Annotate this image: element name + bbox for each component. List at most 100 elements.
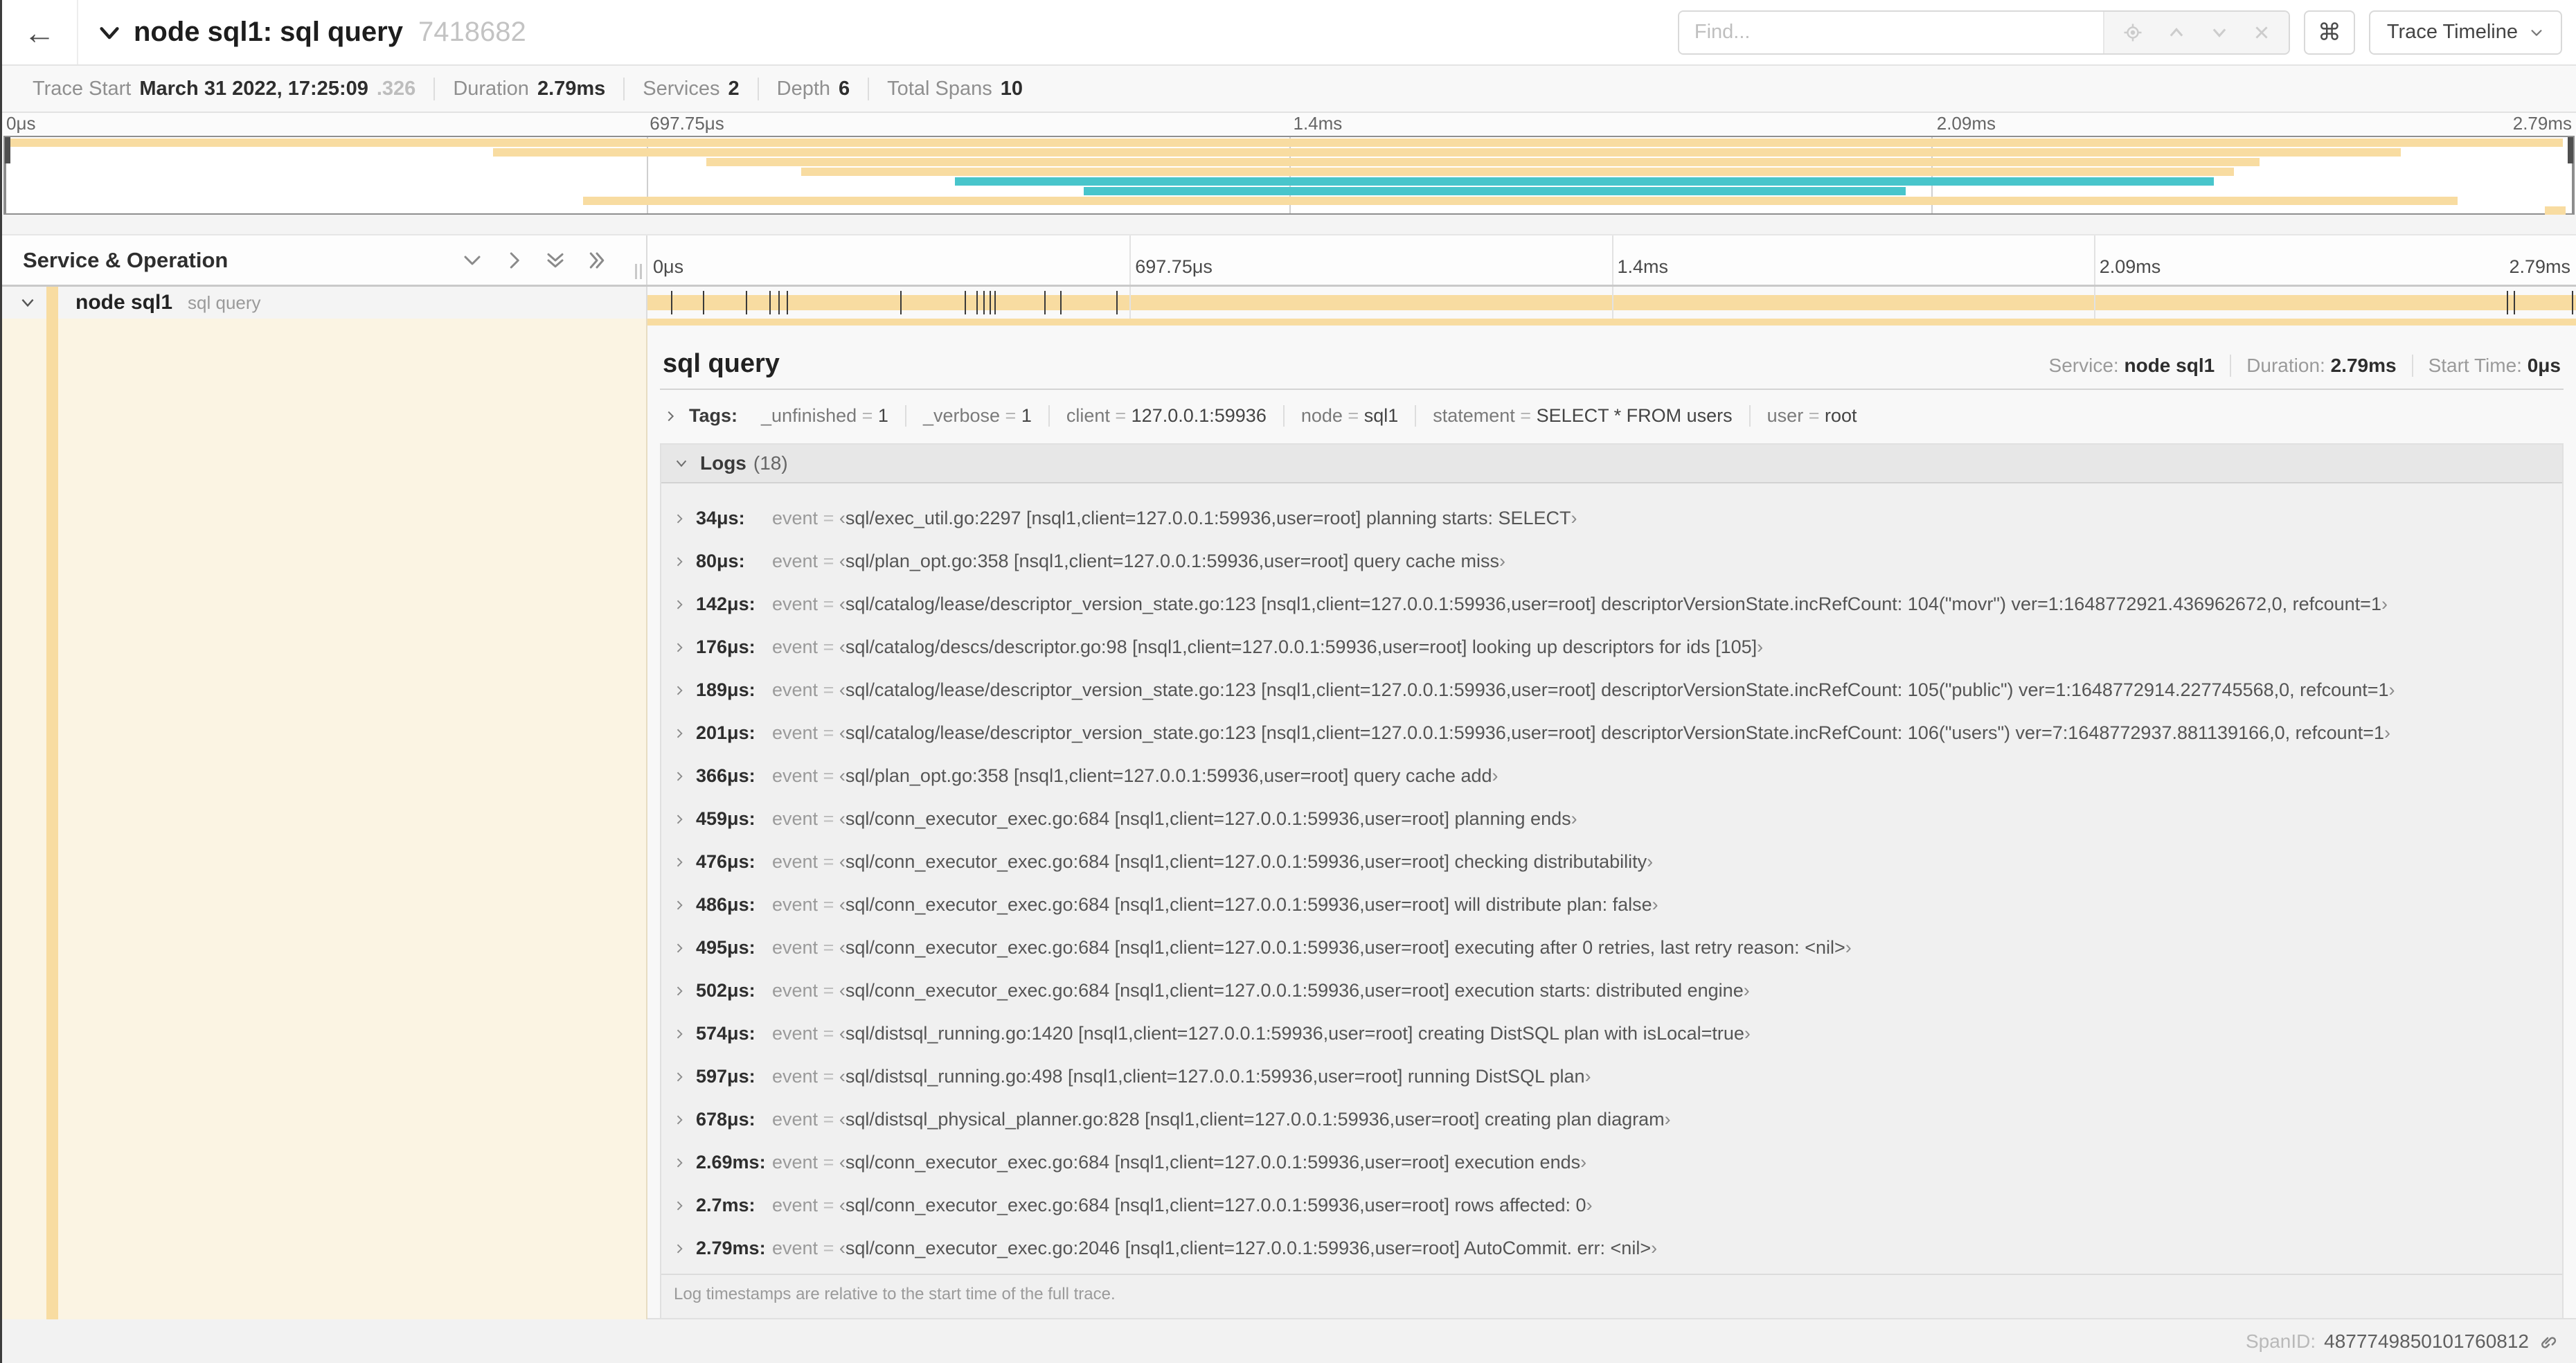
column-resize-grip[interactable] <box>635 264 642 279</box>
deep-link-icon[interactable] <box>2537 1331 2558 1352</box>
logs-header[interactable]: Logs (18) <box>661 445 2562 483</box>
trace-info-value: March 31 2022, 17:25:09 <box>139 77 368 100</box>
log-row[interactable]: 2.69ms: event = ‹sql/conn_executor_exec.g… <box>661 1141 2562 1184</box>
find-controls <box>2102 11 2289 53</box>
close-quote: › <box>1586 1195 1593 1215</box>
log-row[interactable]: 678μs: event = ‹sql/distsql_physical_plan… <box>661 1098 2562 1141</box>
tag-item[interactable]: _unfinished = 1 <box>744 405 905 427</box>
service-operation-title: Service & Operation <box>23 247 229 272</box>
prev-match-icon[interactable] <box>2167 23 2186 42</box>
keyboard-shortcuts-button[interactable]: ⌘ <box>2303 10 2355 55</box>
log-message: event = ‹sql/conn_executor_exec.go:684 [… <box>772 894 1658 916</box>
chevron-right-icon[interactable] <box>672 941 686 955</box>
expand-all-icon[interactable] <box>587 250 607 271</box>
locate-icon[interactable] <box>2122 22 2143 43</box>
minimap-left-handle[interactable] <box>5 137 10 163</box>
log-row[interactable]: 574μs: event = ‹sql/distsql_running.go:14… <box>661 1013 2562 1055</box>
ruler-tick-label: 2.79ms <box>2509 256 2570 277</box>
collapse-one-icon[interactable] <box>462 250 483 271</box>
collapse-all-icon[interactable] <box>545 250 566 271</box>
chevron-right-icon[interactable] <box>672 555 686 569</box>
chevron-right-icon[interactable] <box>672 812 686 826</box>
log-row[interactable]: 80μs: event = ‹sql/plan_opt.go:358 [nsql1… <box>661 540 2562 583</box>
log-row[interactable]: 34μs: event = ‹sql/exec_util.go:2297 [nsq… <box>661 497 2562 540</box>
log-row[interactable]: 486μs: event = ‹sql/conn_executor_exec.go… <box>661 884 2562 927</box>
chevron-right-icon[interactable] <box>672 598 686 612</box>
next-match-icon[interactable] <box>2210 23 2229 42</box>
chevron-right-icon[interactable] <box>663 409 678 424</box>
tags-row[interactable]: Tags: _unfinished = 1 _verbose = 1 client … <box>660 390 2564 443</box>
tag-value: 1 <box>877 405 888 426</box>
log-row[interactable]: 189μs: event = ‹sql/catalog/lease/descrip… <box>661 669 2562 712</box>
log-message-text: sql/plan_opt.go:358 [nsql1,client=127.0.… <box>845 551 1499 571</box>
tag-equals: = <box>1514 405 1537 426</box>
log-row[interactable]: 366μs: event = ‹sql/plan_opt.go:358 [nsql… <box>661 755 2562 798</box>
open-quote: ‹ <box>839 1023 846 1044</box>
span-row[interactable]: node sql1 sql query <box>2 287 2576 319</box>
tag-item[interactable]: statement = SELECT * FROM users <box>1415 405 1748 427</box>
log-message-text: sql/conn_executor_exec.go:684 [nsql1,cli… <box>845 851 1647 872</box>
tag-item[interactable]: _verbose = 1 <box>904 405 1048 427</box>
chevron-right-icon[interactable] <box>672 1070 686 1084</box>
log-row[interactable]: 597μs: event = ‹sql/distsql_running.go:49… <box>661 1055 2562 1098</box>
chevron-down-icon[interactable] <box>98 21 121 44</box>
span-expander-chevron-down-icon[interactable] <box>19 294 37 312</box>
chevron-right-icon[interactable] <box>672 1027 686 1041</box>
log-message: event = ‹sql/catalog/lease/descriptor_ve… <box>772 594 2388 615</box>
log-row[interactable]: 476μs: event = ‹sql/conn_executor_exec.go… <box>661 841 2562 884</box>
open-quote: ‹ <box>839 551 846 571</box>
chevron-right-icon[interactable] <box>672 855 686 869</box>
log-row[interactable]: 2.79ms: event = ‹sql/conn_executor_exec.g… <box>661 1227 2562 1270</box>
back-button[interactable]: ← <box>2 0 78 64</box>
tag-item[interactable]: node = sql1 <box>1282 405 1415 427</box>
tag-value: root <box>1824 405 1857 426</box>
open-quote: ‹ <box>839 508 846 528</box>
chevron-right-icon[interactable] <box>672 727 686 740</box>
trace-info-label: Total Spans <box>887 77 992 100</box>
log-field-label: event <box>772 937 819 958</box>
tag-item[interactable]: client = 127.0.0.1:59936 <box>1048 405 1283 427</box>
span-color-stripe <box>46 287 58 319</box>
close-quote: › <box>2383 722 2390 743</box>
chevron-right-icon[interactable] <box>672 641 686 654</box>
span-meta-label: Start Time: <box>2428 355 2522 376</box>
log-message: event = ‹sql/distsql_physical_planner.go… <box>772 1109 1671 1130</box>
log-row[interactable]: 502μs: event = ‹sql/conn_executor_exec.go… <box>661 970 2562 1013</box>
detail-footer: SpanID: 4877749850101760812 <box>2 1319 2576 1363</box>
close-quote: › <box>1571 508 1577 528</box>
chevron-right-icon[interactable] <box>672 984 686 998</box>
log-row[interactable]: 142μs: event = ‹sql/catalog/lease/descrip… <box>661 583 2562 626</box>
log-equals: = <box>818 594 839 614</box>
chevron-down-icon[interactable] <box>674 456 689 471</box>
span-color-stripe <box>46 319 58 1319</box>
view-selector-button[interactable]: Trace Timeline <box>2368 10 2562 55</box>
tag-item[interactable]: user = root <box>1748 405 1874 427</box>
log-equals: = <box>818 1066 839 1087</box>
minimap-tick-labels: 0μs 697.75μs 1.4ms 2.09ms 2.79ms <box>2 113 2576 136</box>
log-row[interactable]: 2.7ms: event = ‹sql/conn_executor_exec.go… <box>661 1184 2562 1227</box>
view-selector-label: Trace Timeline <box>2386 21 2518 43</box>
log-row[interactable]: 201μs: event = ‹sql/catalog/lease/descrip… <box>661 712 2562 755</box>
minimap-canvas[interactable] <box>3 136 2575 215</box>
chevron-right-icon[interactable] <box>672 769 686 783</box>
minimap-right-handle[interactable] <box>2568 137 2573 163</box>
span-row-timeline[interactable] <box>647 287 2576 319</box>
chevron-right-icon[interactable] <box>672 512 686 526</box>
log-marker-tick <box>786 291 788 314</box>
clear-search-icon[interactable] <box>2253 24 2271 42</box>
find-input[interactable] <box>1679 11 2103 53</box>
log-row[interactable]: 459μs: event = ‹sql/conn_executor_exec.go… <box>661 798 2562 841</box>
chevron-right-icon[interactable] <box>672 1199 686 1213</box>
chevron-right-icon[interactable] <box>672 1242 686 1256</box>
log-row[interactable]: 495μs: event = ‹sql/conn_executor_exec.go… <box>661 927 2562 970</box>
log-message-text: sql/conn_executor_exec.go:2046 [nsql1,cl… <box>845 1238 1652 1258</box>
log-row[interactable]: 176μs: event = ‹sql/catalog/descs/descrip… <box>661 626 2562 669</box>
expand-one-icon[interactable] <box>503 250 524 271</box>
section-gap <box>2 215 2576 234</box>
log-equals: = <box>818 679 839 700</box>
timeline-minimap: 0μs 697.75μs 1.4ms 2.09ms 2.79ms <box>2 113 2576 215</box>
chevron-right-icon[interactable] <box>672 1156 686 1170</box>
chevron-right-icon[interactable] <box>672 898 686 912</box>
chevron-right-icon[interactable] <box>672 684 686 697</box>
chevron-right-icon[interactable] <box>672 1113 686 1127</box>
